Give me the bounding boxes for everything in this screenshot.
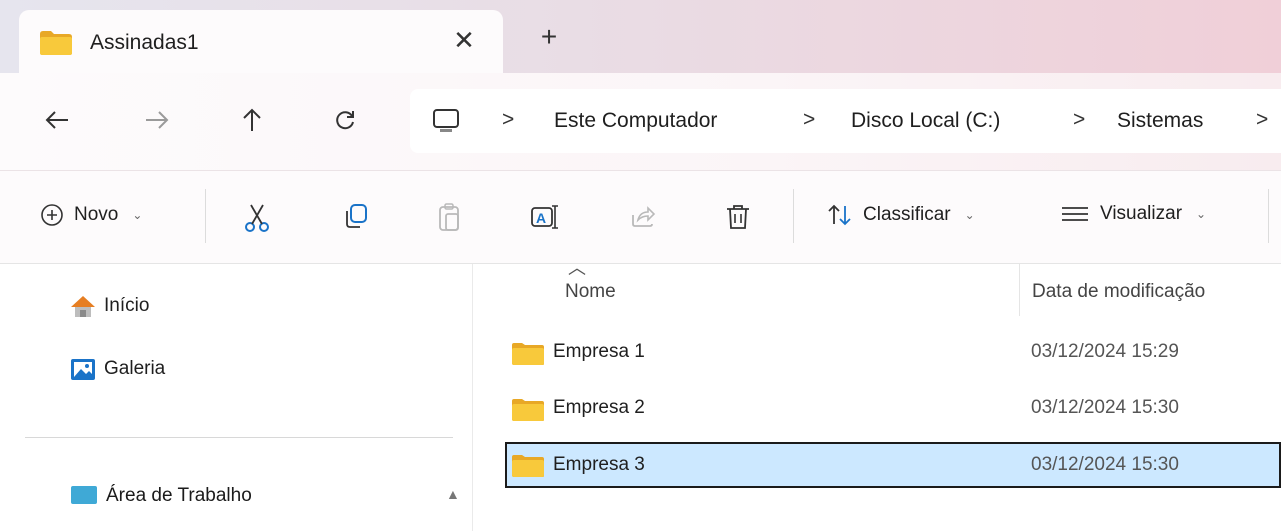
- sidebar-item-label: Galeria: [104, 358, 166, 379]
- tab-assinadas1[interactable]: Assinadas1 ✕: [19, 10, 503, 73]
- refresh-button[interactable]: [328, 103, 362, 137]
- toolbar-divider: [1268, 189, 1269, 243]
- copy-button[interactable]: [343, 203, 369, 229]
- chevron-down-icon: ⌄: [1196, 207, 1207, 221]
- delete-icon: [727, 205, 749, 229]
- navigation-bar: > Este Computador > Disco Local (C:) > S…: [0, 73, 1281, 171]
- file-row-empresa-2[interactable]: Empresa 2 03/12/2024 15:30: [505, 390, 1281, 428]
- refresh-icon: [336, 111, 354, 130]
- tab-title: Assinadas1: [90, 31, 199, 54]
- sidebar-item-inicio[interactable]: Início: [70, 294, 149, 318]
- cut-icon: [245, 204, 269, 232]
- column-divider[interactable]: [1019, 264, 1020, 316]
- sort-label: Classificar: [863, 204, 951, 225]
- view-label: Visualizar: [1100, 203, 1183, 224]
- rename-button[interactable]: A: [530, 203, 560, 231]
- delete-button[interactable]: [725, 203, 751, 231]
- column-header-date[interactable]: Data de modificação: [1032, 281, 1205, 303]
- computer-icon: [432, 107, 460, 140]
- toolbar-divider: [793, 189, 794, 243]
- file-row-empresa-1[interactable]: Empresa 1 03/12/2024 15:29: [505, 334, 1281, 372]
- cut-button[interactable]: [243, 203, 271, 233]
- breadcrumb-separator: >: [1256, 108, 1269, 131]
- file-row-empresa-3[interactable]: Empresa 3 03/12/2024 15:30: [505, 442, 1281, 488]
- breadcrumb-separator: >: [502, 108, 515, 131]
- sidebar-item-area-de-trabalho[interactable]: Área de Trabalho: [70, 484, 252, 508]
- desktop-icon: [71, 486, 97, 504]
- back-button[interactable]: [40, 103, 74, 137]
- column-header-name[interactable]: Nome: [565, 281, 616, 303]
- new-button[interactable]: Novo ⌄: [40, 203, 142, 227]
- chevron-down-icon: ⌄: [132, 208, 143, 222]
- home-icon: [71, 296, 95, 317]
- sidebar-item-galeria[interactable]: Galeria: [70, 357, 165, 381]
- up-button[interactable]: [235, 103, 269, 137]
- paste-button[interactable]: [437, 203, 463, 233]
- tab-strip: Assinadas1 ✕ +: [0, 0, 1281, 73]
- svg-text:A: A: [536, 210, 546, 226]
- sort-ascending-icon: ︿: [568, 258, 586, 278]
- folder-icon: [511, 454, 545, 483]
- sort-button[interactable]: Classificar ⌄: [827, 203, 975, 227]
- chevron-down-icon: ⌄: [964, 208, 975, 222]
- arrow-right-icon: [146, 111, 169, 129]
- file-date: 03/12/2024 15:30: [1031, 397, 1179, 418]
- gallery-icon: [71, 359, 95, 380]
- plus-circle-icon: [41, 204, 63, 226]
- close-tab-button[interactable]: ✕: [449, 25, 479, 55]
- breadcrumb-este-computador[interactable]: Este Computador: [554, 109, 717, 133]
- rename-icon: A: [531, 205, 558, 229]
- sidebar-item-label: Área de Trabalho: [106, 485, 252, 506]
- file-name: Empresa 1: [553, 341, 645, 362]
- pin-icon: ▲: [446, 486, 460, 502]
- paste-icon: [439, 203, 459, 231]
- file-date: 03/12/2024 15:30: [1031, 454, 1179, 475]
- sidebar-divider: [25, 437, 453, 438]
- arrow-left-icon: [45, 111, 68, 129]
- sort-icon: [828, 204, 851, 226]
- share-button[interactable]: [630, 203, 656, 229]
- command-bar: Novo ⌄ A Classificar ⌄ Visualizar ⌄: [0, 171, 1281, 263]
- file-name: Empresa 2: [553, 397, 645, 418]
- folder-icon: [511, 398, 545, 427]
- navigation-pane: Início Galeria Área de Trabalho ▲: [0, 264, 472, 531]
- file-list: ︿ Nome Data de modificação Empresa 1 03/…: [473, 258, 1281, 531]
- folder-icon: [39, 30, 73, 61]
- arrow-up-icon: [243, 108, 261, 131]
- copy-icon: [346, 204, 367, 228]
- view-list-icon: [1062, 207, 1088, 221]
- breadcrumb-separator: >: [1073, 108, 1086, 131]
- share-icon: [632, 206, 656, 227]
- file-date: 03/12/2024 15:29: [1031, 341, 1179, 362]
- new-tab-button[interactable]: +: [534, 22, 564, 52]
- breadcrumb-disco-local[interactable]: Disco Local (C:): [851, 109, 1000, 133]
- breadcrumb-separator: >: [803, 108, 816, 131]
- breadcrumb-sistemas[interactable]: Sistemas: [1117, 109, 1203, 133]
- view-button[interactable]: Visualizar ⌄: [1060, 203, 1206, 225]
- new-label: Novo: [74, 204, 119, 225]
- file-name: Empresa 3: [553, 454, 645, 475]
- sidebar-item-label: Início: [104, 295, 150, 316]
- folder-icon: [511, 342, 545, 371]
- toolbar-divider: [205, 189, 206, 243]
- address-bar[interactable]: > Este Computador > Disco Local (C:) > S…: [410, 89, 1281, 153]
- forward-button[interactable]: [140, 103, 174, 137]
